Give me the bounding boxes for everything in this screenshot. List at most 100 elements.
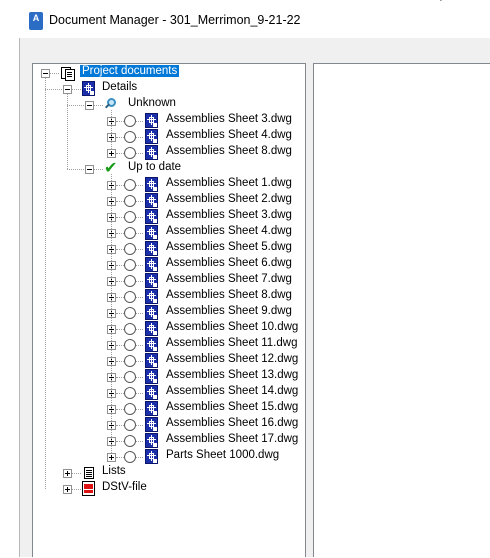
tree-connector-line <box>72 489 81 490</box>
collapse-toggle[interactable] <box>63 85 72 94</box>
tree-connector-line <box>116 425 124 426</box>
tree-connector-line <box>67 94 68 169</box>
tree-connector-line <box>136 361 143 362</box>
document-tree[interactable]: Project documents Details Unknown Assemblie… <box>33 64 307 558</box>
status-circle-icon <box>124 451 136 463</box>
dwg-icon <box>145 353 158 368</box>
status-circle-icon <box>124 435 136 447</box>
dwg-icon <box>145 113 158 128</box>
status-circle-icon <box>124 131 136 143</box>
tree-node-document[interactable]: Assemblies Sheet 12.dwg <box>164 353 300 365</box>
status-circle-icon <box>124 291 136 303</box>
tree-node-document[interactable]: Parts Sheet 1000.dwg <box>164 449 281 461</box>
status-circle-icon <box>124 387 136 399</box>
dwg-icon <box>145 273 158 288</box>
tree-connector-line <box>116 345 124 346</box>
tree-connector-line <box>136 185 143 186</box>
tree-connector-line <box>136 313 143 314</box>
dwg-icon <box>145 401 158 416</box>
tree-node-unknown[interactable]: Unknown <box>126 97 178 109</box>
tree-node-document[interactable]: Assemblies Sheet 3.dwg <box>164 209 294 221</box>
tree-node-document[interactable]: Assemblies Sheet 16.dwg <box>164 417 300 429</box>
tree-connector-line <box>136 441 143 442</box>
tree-connector-line <box>72 89 81 90</box>
tree-connector-line <box>50 73 59 74</box>
tree-node-document[interactable]: Assemblies Sheet 8.dwg <box>164 289 294 301</box>
tree-node-document[interactable]: Assemblies Sheet 15.dwg <box>164 401 300 413</box>
tree-node-document[interactable]: Assemblies Sheet 4.dwg <box>164 225 294 237</box>
collapse-toggle[interactable] <box>85 101 94 110</box>
tree-connector-line <box>116 441 124 442</box>
dwg-icon <box>145 193 158 208</box>
tree-node-document[interactable]: Assemblies Sheet 3.dwg <box>164 113 294 125</box>
status-circle-icon <box>124 227 136 239</box>
tree-connector-line <box>67 105 84 106</box>
expand-toggle[interactable] <box>63 485 72 494</box>
tree-node-document[interactable]: Assemblies Sheet 7.dwg <box>164 273 294 285</box>
tree-node-document[interactable]: Assemblies Sheet 5.dwg <box>164 241 294 253</box>
tree-connector-line <box>116 297 124 298</box>
dwg-icon <box>145 145 158 160</box>
tree-connector-line <box>136 153 143 154</box>
dwg-icon <box>145 241 158 256</box>
tree-connector-line <box>116 377 124 378</box>
window-title: Document Manager - 301_Merrimon_9-21-22 <box>49 13 301 27</box>
tree-connector-line <box>136 377 143 378</box>
dwg-icon <box>145 225 158 240</box>
tree-node-document[interactable]: Assemblies Sheet 13.dwg <box>164 369 300 381</box>
tree-node-document[interactable]: Assemblies Sheet 2.dwg <box>164 193 294 205</box>
app-icon-letter: A <box>32 13 40 23</box>
tree-node-document[interactable]: Assemblies Sheet 17.dwg <box>164 433 300 445</box>
dwg-icon <box>145 209 158 224</box>
tree-node-document[interactable]: Assemblies Sheet 10.dwg <box>164 321 300 333</box>
status-circle-icon <box>124 307 136 319</box>
tree-node-project-documents[interactable]: Project documents <box>80 65 180 77</box>
document-tree-pane[interactable]: Project documents Details Unknown Assemblie… <box>32 63 306 557</box>
tree-connector-line <box>136 121 143 122</box>
expand-toggle[interactable] <box>107 149 116 158</box>
status-circle-icon <box>124 211 136 223</box>
title-bar[interactable]: A Document Manager - 301_Merrimon_9-21-2… <box>0 0 490 38</box>
tree-node-details[interactable]: Details <box>100 81 139 93</box>
collapse-toggle[interactable] <box>85 165 94 174</box>
documents-icon <box>60 66 75 81</box>
dstv-file-icon <box>82 481 95 496</box>
expand-toggle[interactable] <box>63 469 72 478</box>
tree-node-document[interactable]: Assemblies Sheet 4.dwg <box>164 129 294 141</box>
collapse-toggle[interactable] <box>41 69 50 78</box>
tree-node-document[interactable]: Assemblies Sheet 6.dwg <box>164 257 294 269</box>
tree-node-document[interactable]: Assemblies Sheet 9.dwg <box>164 305 294 317</box>
tree-connector-line <box>136 265 143 266</box>
dwg-icon <box>145 417 158 432</box>
tree-node-document[interactable]: Assemblies Sheet 11.dwg <box>164 337 299 349</box>
tree-connector-line <box>116 265 124 266</box>
tree-node-up-to-date[interactable]: Up to date <box>126 161 183 173</box>
tree-connector-line <box>136 329 143 330</box>
tree-connector-line <box>116 137 124 138</box>
tree-connector-line <box>94 105 103 106</box>
status-circle-icon <box>124 339 136 351</box>
title-bar-decoration <box>440 0 463 1</box>
tree-node-lists[interactable]: Lists <box>100 465 128 477</box>
tree-node-dstv-file[interactable]: DStV-file <box>100 481 149 493</box>
status-circle-icon <box>124 275 136 287</box>
detail-pane[interactable] <box>313 63 490 557</box>
dwg-icon <box>145 385 158 400</box>
tree-connector-line <box>136 457 143 458</box>
expand-toggle[interactable] <box>107 453 116 462</box>
tree-connector-line <box>116 201 124 202</box>
tree-connector-line <box>116 457 124 458</box>
tree-node-document[interactable]: Assemblies Sheet 1.dwg <box>164 177 294 189</box>
tree-connector-line <box>136 201 143 202</box>
tree-connector-line <box>116 393 124 394</box>
status-circle-icon <box>124 243 136 255</box>
tree-node-document[interactable]: Assemblies Sheet 8.dwg <box>164 145 294 157</box>
status-circle-icon <box>124 195 136 207</box>
app-icon: A <box>29 12 43 30</box>
tree-connector-line <box>136 409 143 410</box>
tree-connector-line <box>136 249 143 250</box>
tree-connector-line <box>72 473 81 474</box>
status-circle-icon <box>124 355 136 367</box>
tree-node-document[interactable]: Assemblies Sheet 14.dwg <box>164 385 300 397</box>
status-circle-icon <box>124 115 136 127</box>
